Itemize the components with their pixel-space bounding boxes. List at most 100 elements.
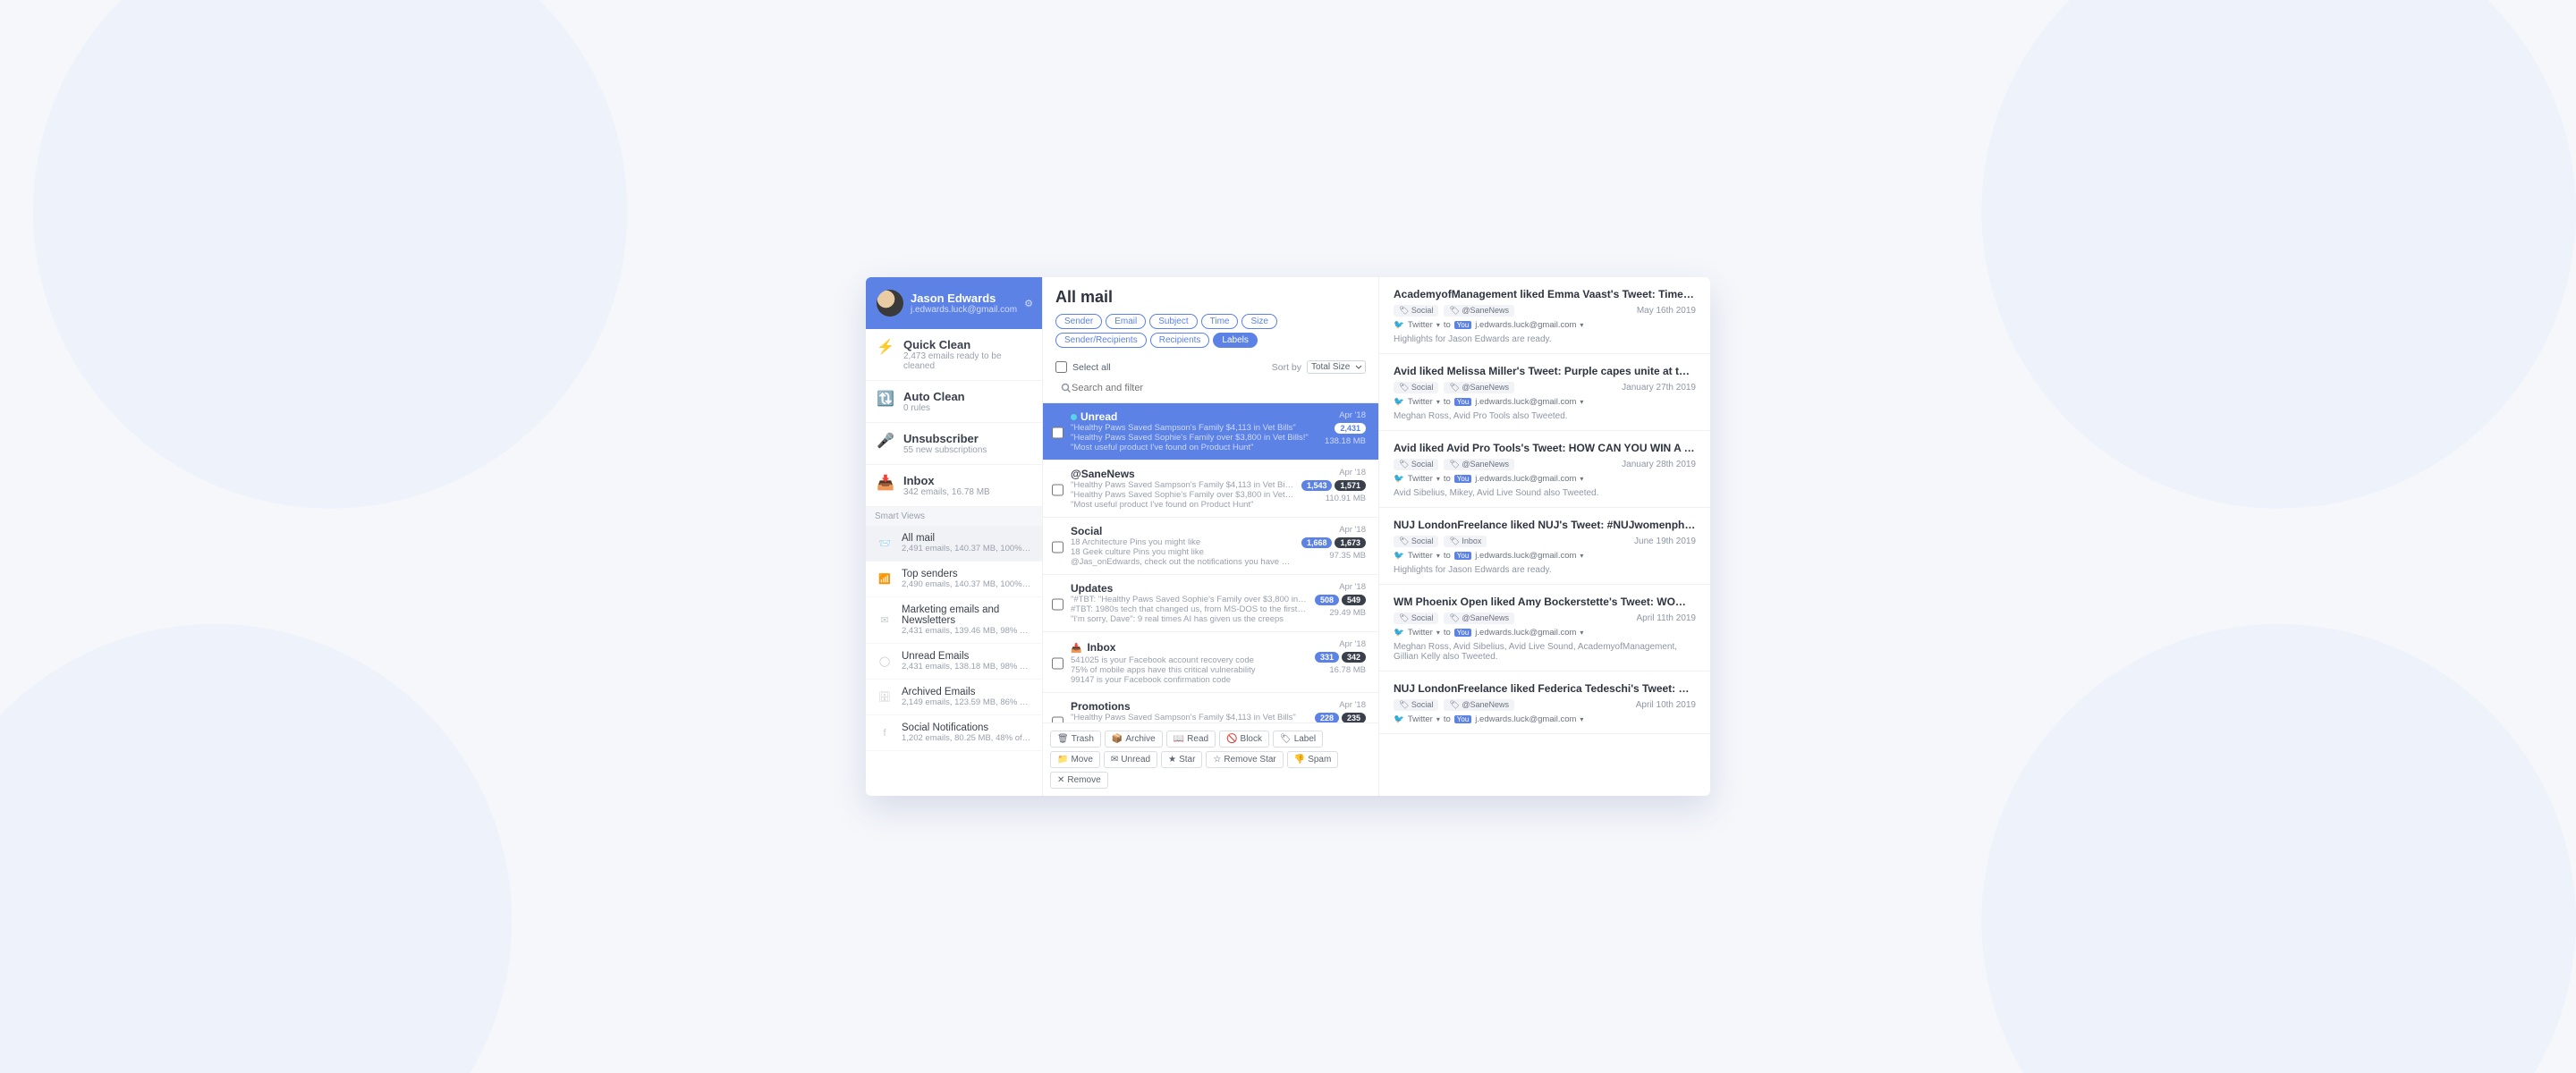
chevron-down-icon[interactable]: ▾: [1580, 398, 1583, 406]
group-size: 29.49 MB: [1329, 608, 1366, 618]
twitter-icon: 🐦: [1394, 628, 1404, 638]
chevron-down-icon[interactable]: ▾: [1580, 715, 1583, 723]
action-button[interactable]: 📦Archive: [1105, 731, 1163, 748]
group-row[interactable]: Inbox541025 is your Facebook account rec…: [1043, 631, 1378, 692]
select-all-checkbox[interactable]: [1055, 361, 1067, 373]
groups-column: All mail Sender EmailSubject TimeSize Sende…: [1043, 277, 1379, 796]
filter-chip[interactable]: Sender: [1055, 314, 1102, 329]
group-row[interactable]: Promotions"Healthy Paws Saved Sampson's …: [1043, 692, 1378, 722]
group-checkbox[interactable]: [1052, 470, 1063, 510]
to-label: to: [1444, 397, 1451, 407]
to-label: to: [1444, 628, 1451, 638]
action-button[interactable]: 👎Spam: [1287, 751, 1339, 768]
sidebar-item[interactable]: 📶Top senders2,490 emails, 140.37 MB, 100…: [866, 562, 1042, 597]
group-checkbox[interactable]: [1052, 642, 1063, 685]
sender: Twitter: [1408, 551, 1433, 561]
message-date: June 19th 2019: [1634, 536, 1696, 546]
action-button[interactable]: 🚫Block: [1219, 731, 1269, 748]
message-date: January 28th 2019: [1622, 460, 1696, 469]
smart-views-label: Smart Views: [866, 507, 1042, 526]
tag: 🏷 Social: [1394, 382, 1438, 393]
chevron-down-icon[interactable]: ▾: [1580, 475, 1583, 483]
action-button[interactable]: ✉Unread: [1104, 751, 1157, 768]
archive-icon: 📦: [1112, 734, 1123, 744]
group-row[interactable]: Social18 Architecture Pins you might lik…: [1043, 517, 1378, 574]
smart-sub: 2,149 emails, 123.59 MB, 86% of your ...: [902, 697, 1031, 707]
group-checkbox[interactable]: [1052, 528, 1063, 567]
group-checkbox[interactable]: [1052, 703, 1063, 722]
page-title: All mail: [1055, 288, 1366, 307]
smart-title: Unread Emails: [902, 651, 1031, 662]
action-label: Spam: [1308, 755, 1331, 765]
action-button[interactable]: ★Star: [1161, 751, 1202, 768]
preview-line: 99147 is your Facebook confirmation code: [1071, 675, 1308, 685]
message-title: NUJ LondonFreelance liked Federica Tedes…: [1394, 682, 1696, 695]
chevron-down-icon[interactable]: ▾: [1580, 552, 1583, 560]
group-row[interactable]: Unread"Healthy Paws Saved Sampson's Fami…: [1043, 402, 1378, 460]
message-row[interactable]: WM Phoenix Open liked Amy Bockerstette's…: [1379, 585, 1710, 672]
filter-chip[interactable]: Sender/Recipients: [1055, 333, 1147, 348]
sidebar-item[interactable]: fSocial Notifications1,202 emails, 80.25…: [866, 715, 1042, 751]
nav-unsubscriber[interactable]: 🎤 Unsubscriber55 new subscriptions: [866, 423, 1042, 465]
action-button[interactable]: 🗑Trash: [1050, 731, 1101, 748]
search-input[interactable]: [1055, 383, 1366, 393]
nav-auto-clean[interactable]: 🔃 Auto Clean0 rules: [866, 381, 1042, 423]
sidebar-item[interactable]: 📨All mail2,491 emails, 140.37 MB, 100% o…: [866, 526, 1042, 562]
recipient: j.edwards.luck@gmail.com: [1475, 551, 1576, 561]
smart-sub: 2,491 emails, 140.37 MB, 100% of you...: [902, 544, 1031, 553]
chevron-down-icon[interactable]: ▾: [1436, 552, 1440, 560]
filter-chip[interactable]: Time: [1201, 314, 1239, 329]
action-button[interactable]: ✕Remove: [1050, 772, 1108, 789]
chevron-down-icon[interactable]: ▾: [1580, 629, 1583, 637]
you-badge: You: [1454, 715, 1472, 723]
message-body: Meghan Ross, Avid Pro Tools also Tweeted…: [1394, 411, 1696, 421]
message-title: WM Phoenix Open liked Amy Bockerstette's…: [1394, 596, 1696, 608]
chevron-down-icon[interactable]: ▾: [1436, 321, 1440, 329]
filter-chip[interactable]: Email: [1106, 314, 1146, 329]
filter-chip[interactable]: Recipients: [1150, 333, 1210, 348]
chevron-down-icon[interactable]: ▾: [1436, 398, 1440, 406]
nav-quick-clean[interactable]: ⚡ Quick Clean2,473 emails ready to be cl…: [866, 329, 1042, 381]
sort-select[interactable]: Total Size: [1307, 360, 1366, 374]
smart-title: All mail: [902, 533, 1031, 544]
action-button[interactable]: 📁Move: [1050, 751, 1100, 768]
tag: 🏷 @SaneNews: [1444, 305, 1514, 317]
chevron-down-icon[interactable]: ▾: [1436, 629, 1440, 637]
message-row[interactable]: NUJ LondonFreelance liked Federica Tedes…: [1379, 672, 1710, 734]
chevron-down-icon[interactable]: ▾: [1580, 321, 1583, 329]
sidebar-item[interactable]: 🗄Archived Emails2,149 emails, 123.59 MB,…: [866, 680, 1042, 715]
action-button[interactable]: ☆Remove Star: [1206, 751, 1283, 768]
chevron-down-icon[interactable]: ▾: [1436, 475, 1440, 483]
action-label: Move: [1071, 755, 1092, 765]
message-row[interactable]: AcademyofManagement liked Emma Vaast's T…: [1379, 277, 1710, 354]
group-date: Apr '18: [1339, 525, 1366, 535]
filter-chip[interactable]: Labels: [1213, 333, 1257, 348]
message-row[interactable]: Avid liked Avid Pro Tools's Tweet: HOW C…: [1379, 431, 1710, 508]
nav-inbox[interactable]: 📥 Inbox342 emails, 16.78 MB: [866, 465, 1042, 507]
filter-chip[interactable]: Size: [1241, 314, 1276, 329]
action-button[interactable]: 📖Read: [1166, 731, 1216, 748]
sidebar-item[interactable]: ✉Marketing emails and Newsletters2,431 e…: [866, 597, 1042, 644]
group-checkbox[interactable]: [1052, 413, 1063, 452]
gear-icon[interactable]: ⚙: [1024, 298, 1033, 309]
nav-title: Inbox: [903, 474, 990, 487]
tag: 🏷 @SaneNews: [1444, 613, 1514, 624]
action-button[interactable]: 🏷Label: [1273, 731, 1323, 748]
preview-line: "Healthy Paws Saved Sampson's Family $4,…: [1071, 713, 1308, 722]
nav-sub: 55 new subscriptions: [903, 445, 987, 455]
app-window: Jason Edwards j.edwards.luck@gmail.com ⚙…: [866, 277, 1710, 796]
filter-chip[interactable]: Subject: [1149, 314, 1197, 329]
message-body: Meghan Ross, Avid Sibelius, Avid Live So…: [1394, 642, 1696, 662]
sidebar-item[interactable]: ◯Unread Emails2,431 emails, 138.18 MB, 9…: [866, 644, 1042, 680]
message-row[interactable]: Avid liked Melissa Miller's Tweet: Purpl…: [1379, 354, 1710, 431]
group-checkbox[interactable]: [1052, 585, 1063, 624]
you-badge: You: [1454, 629, 1472, 637]
group-row[interactable]: @SaneNews"Healthy Paws Saved Sampson's F…: [1043, 460, 1378, 517]
action-label: Label: [1294, 734, 1316, 744]
chevron-down-icon[interactable]: ▾: [1436, 715, 1440, 723]
group-row[interactable]: Updates"#TBT: "Healthy Paws Saved Sophie…: [1043, 574, 1378, 631]
bolt-icon: ⚡: [877, 338, 894, 356]
message-row[interactable]: NUJ LondonFreelance liked NUJ's Tweet: #…: [1379, 508, 1710, 585]
nav-sub: 0 rules: [903, 403, 965, 413]
tag: 🏷 @SaneNews: [1444, 382, 1514, 393]
